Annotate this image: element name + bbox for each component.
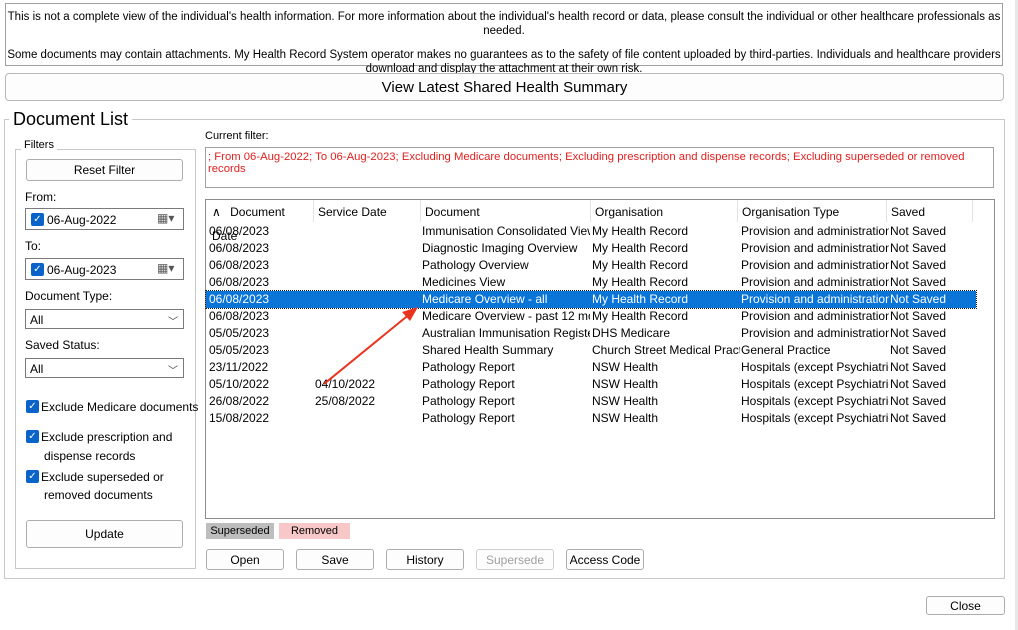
exclude-medicare-label: Exclude Medicare documents <box>41 400 199 414</box>
exclude-prescription-checkbox[interactable]: ✓ <box>26 430 39 443</box>
exclude-superseded-checkbox[interactable]: ✓ <box>26 470 39 483</box>
exclude-superseded-label-2: removed documents <box>44 488 153 502</box>
calendar-icon[interactable]: ▦▾ <box>157 211 174 225</box>
to-date-picker[interactable]: ✓ 06-Aug-2023 ▦▾ <box>25 258 184 280</box>
exclude-prescription-label-2: dispense records <box>44 449 136 463</box>
reset-filter-button[interactable]: Reset Filter <box>26 159 183 181</box>
from-label: From: <box>25 190 57 204</box>
from-date-checkbox-icon[interactable]: ✓ <box>31 213 44 226</box>
calendar-icon[interactable]: ▦▾ <box>157 261 174 275</box>
view-latest-shared-health-summary-button[interactable]: View Latest Shared Health Summary <box>5 73 1004 101</box>
access-code-button[interactable]: Access Code <box>566 549 644 570</box>
saved-status-dropdown[interactable]: All ﹀ <box>25 358 184 378</box>
open-button[interactable]: Open <box>206 549 284 570</box>
from-date-picker[interactable]: ✓ 06-Aug-2022 ▦▾ <box>25 208 184 230</box>
close-button[interactable]: Close <box>926 596 1005 615</box>
disclaimer-text-2: Some documents may contain attachments. … <box>7 49 1001 75</box>
legend-removed: Removed <box>279 523 350 539</box>
to-date-checkbox-icon[interactable]: ✓ <box>31 263 44 276</box>
current-filter-textbox[interactable]: ; From 06-Aug-2022; To 06-Aug-2023; Excl… <box>205 147 994 188</box>
document-type-dropdown[interactable]: All ﹀ <box>25 309 184 329</box>
saved-status-value: All <box>30 362 44 376</box>
from-date-value: 06-Aug-2022 <box>47 213 117 227</box>
chevron-down-icon: ﹀ <box>168 317 178 328</box>
document-grid[interactable]: ∧ Document Date Service Date Document Or… <box>205 199 995 519</box>
filters-title: Filters <box>21 139 57 151</box>
update-button[interactable]: Update <box>26 520 183 548</box>
to-date-value: 06-Aug-2023 <box>47 263 117 277</box>
history-button[interactable]: History <box>386 549 464 570</box>
disclaimer-panel: This is not a complete view of the indiv… <box>5 3 1003 75</box>
exclude-prescription-label-1: Exclude prescription and <box>41 430 173 444</box>
supersede-button[interactable]: Supersede <box>476 549 554 570</box>
exclude-superseded-label-1: Exclude superseded or <box>41 470 164 484</box>
document-list-title: Document List <box>9 109 133 130</box>
disclaimer-text-1: This is not a complete view of the indiv… <box>7 11 1001 37</box>
current-filter-label: Current filter: <box>205 130 269 142</box>
chevron-down-icon: ﹀ <box>168 366 178 377</box>
document-type-label: Document Type: <box>25 289 113 303</box>
save-button[interactable]: Save <box>296 549 374 570</box>
document-type-value: All <box>30 313 44 327</box>
to-label: To: <box>25 239 42 253</box>
legend-superseded: Superseded <box>206 523 274 539</box>
annotation-arrow-icon <box>323 307 418 385</box>
saved-status-label: Saved Status: <box>25 338 100 352</box>
exclude-medicare-checkbox[interactable]: ✓ <box>26 400 39 413</box>
